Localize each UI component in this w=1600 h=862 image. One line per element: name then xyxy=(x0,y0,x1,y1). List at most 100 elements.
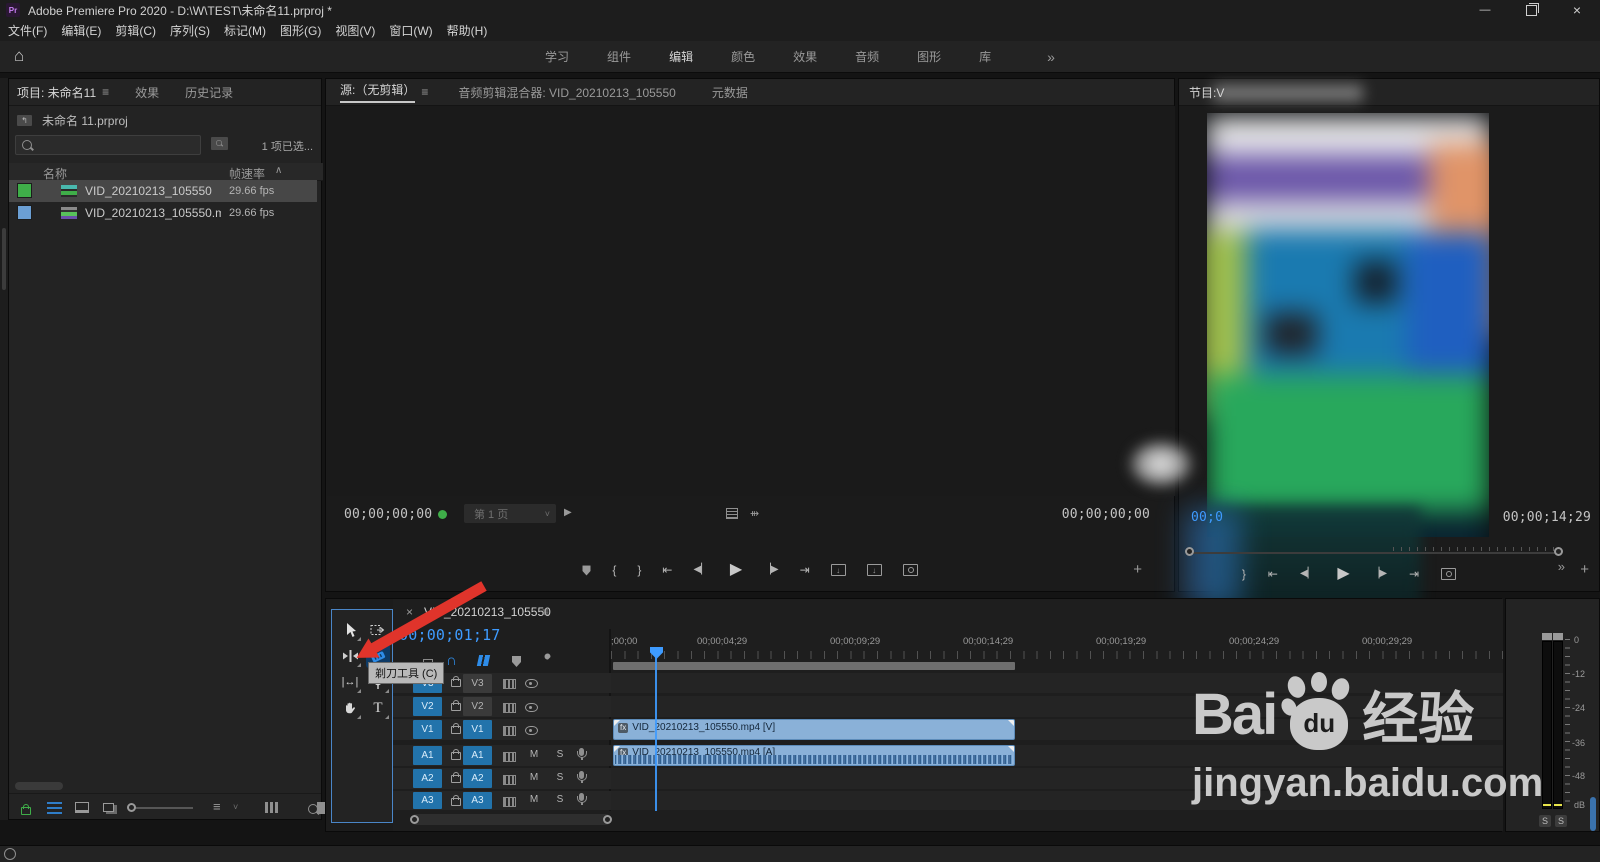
linked-selection-icon[interactable] xyxy=(476,655,491,666)
hand-tool[interactable] xyxy=(338,696,362,720)
menu-file[interactable]: 文件(F) xyxy=(8,22,47,39)
workspace-tab-audio[interactable]: 音频 xyxy=(855,48,879,65)
tab-effects[interactable]: 效果 xyxy=(135,84,159,101)
mark-out-icon[interactable]: } xyxy=(1242,568,1246,580)
mute-button[interactable]: M xyxy=(527,771,541,785)
track-target-v3[interactable]: V3 xyxy=(463,674,492,693)
meter-solo-right-button[interactable]: S xyxy=(1555,815,1567,827)
label-color-chip[interactable] xyxy=(17,205,32,220)
program-scrubber[interactable] xyxy=(1185,547,1563,559)
program-overflow-icon[interactable]: » xyxy=(1558,559,1565,574)
track-lock-icon[interactable] xyxy=(451,676,461,687)
overwrite-icon[interactable]: ↓ xyxy=(866,564,882,576)
sync-lock-icon[interactable] xyxy=(503,775,516,785)
add-marker-icon[interactable] xyxy=(582,565,591,575)
zoom-slider[interactable] xyxy=(127,803,193,812)
sync-lock-icon[interactable] xyxy=(503,752,516,762)
home-icon[interactable]: ⌂ xyxy=(14,46,24,66)
item-name[interactable]: VID_20210213_105550 xyxy=(85,184,212,198)
slip-tool[interactable]: |↔| xyxy=(338,670,362,694)
restore-button[interactable] xyxy=(1508,0,1554,20)
project-row-clip[interactable]: VID_20210213_105550.mp4 29.66 fps xyxy=(9,202,317,224)
type-tool[interactable]: T xyxy=(366,696,390,720)
sync-lock-icon[interactable] xyxy=(503,703,516,713)
close-button[interactable]: × xyxy=(1554,0,1600,20)
sync-lock-icon[interactable] xyxy=(503,679,516,689)
search-input[interactable] xyxy=(15,135,201,155)
export-frame-icon[interactable] xyxy=(1441,568,1457,580)
panel-menu-icon[interactable]: ≡ xyxy=(102,85,109,99)
step-back-icon[interactable]: ◀▏ xyxy=(693,565,708,575)
scrollbar-handle-right[interactable] xyxy=(603,815,612,824)
track-lock-icon[interactable] xyxy=(451,723,461,734)
audio-clip[interactable]: fx VID_20210213_105550.mp4 [A] xyxy=(613,745,1015,766)
timeline-panel-menu-icon[interactable]: ≡ xyxy=(542,605,549,619)
workspace-tab-graphics[interactable]: 图形 xyxy=(917,48,941,65)
export-frame-icon[interactable] xyxy=(902,564,918,576)
source-patch-a2[interactable]: A2 xyxy=(413,769,442,788)
settings-icon[interactable] xyxy=(726,508,738,519)
ripple-edit-tool[interactable] xyxy=(338,644,362,668)
tab-audio-clip-mixer[interactable]: 音频剪辑混合器: VID_20210213_105550 xyxy=(458,84,675,101)
mute-button[interactable]: M xyxy=(527,793,541,807)
voiceover-mic-icon[interactable] xyxy=(576,748,587,760)
program-add-button[interactable]: + xyxy=(1580,561,1589,578)
sort-icon[interactable]: ≡ xyxy=(213,799,221,814)
step-back-icon[interactable]: ◀▏ xyxy=(1300,569,1315,579)
play-button[interactable]: ▶ xyxy=(730,562,742,578)
track-target-v2[interactable]: V2 xyxy=(463,697,492,716)
scrubber-handle-left[interactable] xyxy=(1185,547,1194,556)
timeline-scrollbar[interactable] xyxy=(410,814,612,825)
sync-lock-icon[interactable] xyxy=(503,797,516,807)
step-forward-icon[interactable]: ▕▶ xyxy=(763,565,778,575)
workspace-overflow-icon[interactable]: » xyxy=(1047,49,1055,65)
goto-in-icon[interactable]: ⇤ xyxy=(662,564,672,576)
workspace-tab-editing[interactable]: 编辑 xyxy=(669,48,693,65)
source-patch-a3[interactable]: A3 xyxy=(413,792,442,809)
track-lock-icon[interactable] xyxy=(451,749,461,760)
horizontal-scrollbar[interactable] xyxy=(15,782,63,790)
source-timecode-current[interactable]: 00;00;00;00 xyxy=(344,507,432,522)
folder-up-icon[interactable]: ↰ xyxy=(17,114,32,126)
goto-in-icon[interactable]: ⇤ xyxy=(1268,568,1278,580)
source-add-button[interactable]: + xyxy=(1133,561,1142,578)
snap-magnet-icon[interactable]: ∩ xyxy=(446,652,457,669)
track-lock-icon[interactable] xyxy=(451,795,461,806)
selection-tool[interactable] xyxy=(338,618,362,642)
track-lock-icon[interactable] xyxy=(451,700,461,711)
scrollbar-handle-left[interactable] xyxy=(410,815,419,824)
icon-view-button[interactable] xyxy=(75,802,89,813)
tab-timeline-sequence[interactable]: VID_20210213_105550 xyxy=(424,605,551,619)
track-output-eye-icon[interactable] xyxy=(525,726,538,735)
voiceover-mic-icon[interactable] xyxy=(576,771,587,783)
track-output-eye-icon[interactable] xyxy=(525,703,538,712)
sort-up-icon[interactable]: ∧ xyxy=(275,165,282,176)
timeline-close-icon[interactable]: × xyxy=(406,605,413,619)
menu-edit[interactable]: 编辑(E) xyxy=(61,22,101,39)
mark-in-icon[interactable]: { xyxy=(612,564,616,576)
workspace-tab-assembly[interactable]: 组件 xyxy=(607,48,631,65)
insert-icon[interactable]: ↓ xyxy=(830,564,846,576)
drag-av-icon[interactable]: ⇻ xyxy=(750,507,759,520)
tab-metadata[interactable]: 元数据 xyxy=(712,84,748,101)
source-patch-v2[interactable]: V2 xyxy=(413,697,442,716)
track-output-eye-icon[interactable] xyxy=(525,679,538,688)
video-clip[interactable]: fx VID_20210213_105550.mp4 [V] xyxy=(613,719,1015,740)
list-view-button[interactable] xyxy=(47,802,62,814)
timeline-settings-wrench-icon[interactable] xyxy=(540,653,554,670)
sync-lock-icon[interactable] xyxy=(503,726,516,736)
scrubber-handle-right[interactable] xyxy=(1554,547,1563,556)
left-edge-scrollbar[interactable] xyxy=(2,228,6,290)
label-color-chip[interactable] xyxy=(17,183,32,198)
track-select-forward-tool[interactable] xyxy=(366,618,390,642)
menu-help[interactable]: 帮助(H) xyxy=(447,22,488,39)
source-patch-a1[interactable]: A1 xyxy=(413,746,442,765)
menu-view[interactable]: 视图(V) xyxy=(335,22,375,39)
breadcrumb[interactable]: 未命名 11.prproj xyxy=(42,112,128,129)
track-target-a1[interactable]: A1 xyxy=(463,746,492,765)
automate-sequence-icon[interactable] xyxy=(265,802,268,813)
timeline-ruler[interactable] xyxy=(611,651,1503,659)
item-name[interactable]: VID_20210213_105550.mp4 xyxy=(85,206,221,220)
goto-out-icon[interactable]: ⇥ xyxy=(1409,568,1419,580)
workspace-tab-effects[interactable]: 效果 xyxy=(793,48,817,65)
